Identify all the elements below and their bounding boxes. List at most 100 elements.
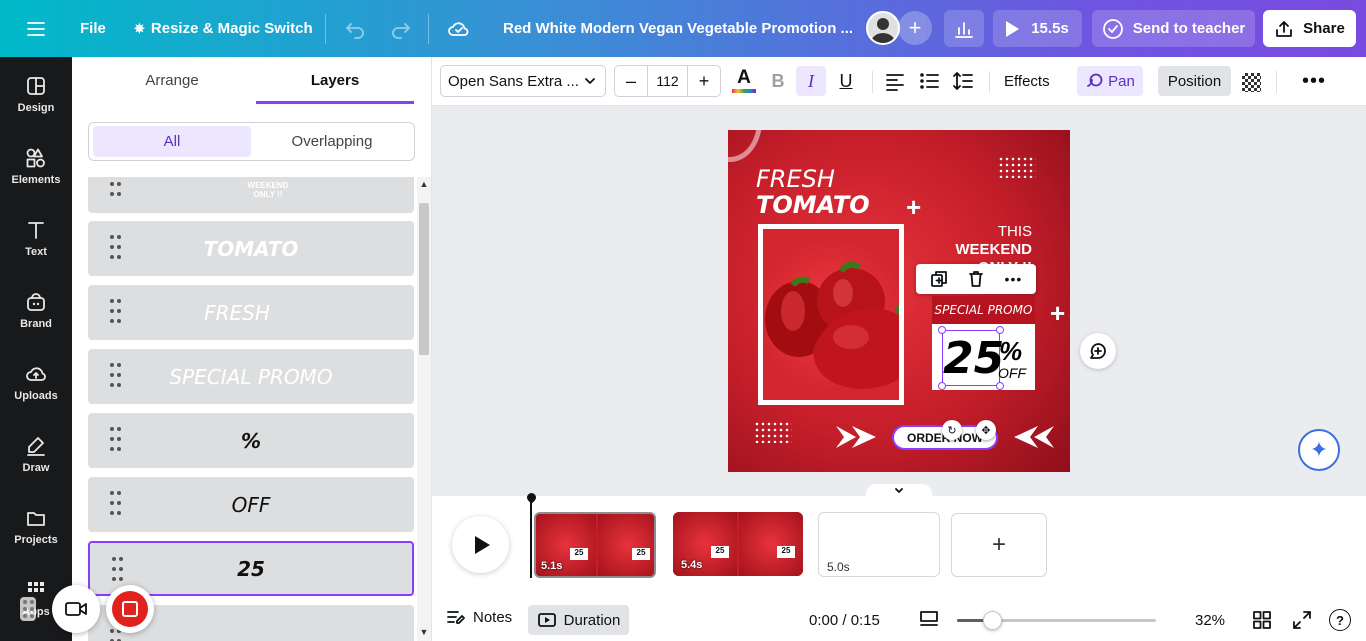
cloud-saved-icon[interactable] <box>447 0 471 57</box>
resize-handle[interactable] <box>996 382 1004 390</box>
rail-projects[interactable]: Projects <box>0 507 72 546</box>
italic-button[interactable]: I <box>796 66 826 96</box>
duplicate-icon[interactable] <box>930 270 948 288</box>
scroll-up-icon[interactable]: ▲ <box>417 179 431 189</box>
more-icon[interactable]: ••• <box>1005 271 1023 287</box>
redo-icon[interactable] <box>390 0 412 57</box>
undo-icon[interactable] <box>344 0 366 57</box>
drag-handle-icon[interactable] <box>110 299 122 325</box>
scrollbar-thumb[interactable] <box>419 203 429 355</box>
font-size-input[interactable]: 112 <box>647 66 688 96</box>
document-title[interactable]: Red White Modern Vegan Vegetable Promoti… <box>503 0 853 57</box>
font-family-select[interactable]: Open Sans Extra ... <box>440 65 606 97</box>
send-to-teacher-button[interactable]: Send to teacher <box>1092 10 1255 47</box>
align-left-icon[interactable] <box>884 71 906 96</box>
duration-button[interactable]: Duration <box>528 605 629 635</box>
underline-button[interactable]: U <box>834 67 858 95</box>
decrease-font-size-button[interactable]: – <box>615 66 647 96</box>
timeline-page-3[interactable]: 5.0s <box>818 512 940 577</box>
timeline-area: 25 25 5.1s 25 25 5.4s 5.0s + Notes Durat… <box>432 491 1366 641</box>
timeline-page-1[interactable]: 25 25 5.1s <box>534 512 656 578</box>
share-upload-icon <box>1276 20 1293 37</box>
timeline-play-button[interactable] <box>452 516 509 573</box>
line-spacing-icon[interactable] <box>952 71 974 96</box>
bell-pepper-image <box>765 261 899 389</box>
resize-handle[interactable] <box>996 326 1004 334</box>
stop-recording-button[interactable] <box>106 585 154 633</box>
arrow-right-shape[interactable] <box>836 422 878 452</box>
resize-handle[interactable] <box>938 326 946 334</box>
recorder-drag-handle[interactable] <box>20 597 36 621</box>
scroll-down-icon[interactable]: ▼ <box>417 627 431 637</box>
position-button[interactable]: Position <box>1158 66 1231 96</box>
layer-item[interactable]: SPECIAL PROMO <box>88 349 414 404</box>
pan-animation-button[interactable]: Pan <box>1077 66 1143 96</box>
add-page-button[interactable]: + <box>951 513 1047 577</box>
layer-label: SPECIAL PROMO <box>169 364 333 389</box>
timeline-page-2[interactable]: 25 25 5.4s <box>673 512 803 576</box>
discount-number-text[interactable]: 25 <box>942 330 1004 386</box>
zoom-slider-thumb[interactable] <box>983 611 1003 630</box>
panel-scrollbar[interactable]: ▲ ▼ <box>417 177 431 641</box>
grid-view-icon[interactable] <box>1252 610 1272 635</box>
filter-overlapping[interactable]: Overlapping <box>253 126 411 157</box>
layer-item[interactable]: WEEKEND ONLY !! <box>88 177 414 213</box>
drag-handle-icon[interactable] <box>112 557 124 583</box>
fresh-text[interactable]: FRESH <box>756 165 835 193</box>
increase-font-size-button[interactable]: + <box>688 66 720 96</box>
page-view-icon[interactable] <box>919 610 939 633</box>
fullscreen-icon[interactable] <box>1292 610 1312 635</box>
add-comment-button[interactable] <box>1080 333 1116 369</box>
rotate-handle-icon[interactable]: ↻ <box>942 420 962 440</box>
tab-layers[interactable]: Layers <box>256 57 414 103</box>
share-button[interactable]: Share <box>1263 10 1356 47</box>
more-options-icon[interactable]: ••• <box>1302 71 1326 91</box>
list-bullets-icon[interactable] <box>918 71 940 96</box>
play-presentation-button[interactable]: 15.5s <box>993 10 1082 47</box>
drag-handle-icon[interactable] <box>110 427 122 453</box>
resize-handle[interactable] <box>938 382 946 390</box>
tab-arrange[interactable]: Arrange <box>88 57 256 103</box>
bold-button[interactable]: B <box>766 67 790 95</box>
insights-button[interactable] <box>944 10 984 47</box>
menu-icon[interactable] <box>26 0 46 57</box>
playhead[interactable] <box>530 496 532 578</box>
rail-text[interactable]: Text <box>0 219 72 258</box>
rail-uploads[interactable]: Uploads <box>0 363 72 402</box>
effects-button[interactable]: Effects <box>998 66 1056 96</box>
text-color-button[interactable]: A <box>732 67 756 95</box>
transparency-icon[interactable] <box>1242 73 1261 92</box>
layer-item[interactable]: FRESH <box>88 285 414 340</box>
drag-handle-icon[interactable] <box>110 235 122 261</box>
layer-item[interactable]: OFF <box>88 477 414 532</box>
filter-all[interactable]: All <box>93 126 251 157</box>
rail-design[interactable]: Design <box>0 75 72 114</box>
drag-handle-icon[interactable] <box>110 177 122 198</box>
move-handle-icon[interactable]: ✥ <box>976 420 996 440</box>
off-text[interactable]: OFF <box>998 365 1026 381</box>
design-page[interactable]: FRESH TOMATO + THIS WEEKEND ONLY !! <box>728 130 1070 472</box>
rail-brand[interactable]: Brand <box>0 291 72 330</box>
camera-toggle-button[interactable] <box>52 585 100 633</box>
tomato-text[interactable]: TOMATO <box>756 191 870 219</box>
layer-item[interactable]: TOMATO <box>88 221 414 276</box>
trash-icon[interactable] <box>967 270 985 288</box>
file-menu[interactable]: File <box>80 0 106 57</box>
promo-box[interactable]: SPECIAL PROMO 25 % OFF <box>932 296 1035 390</box>
arrow-left-shape[interactable] <box>1012 422 1054 452</box>
drag-handle-icon[interactable] <box>110 363 122 389</box>
resize-magic-switch-button[interactable]: ✵ Resize & Magic Switch <box>134 0 313 57</box>
special-promo-text[interactable]: SPECIAL PROMO <box>932 296 1035 324</box>
pepper-image-frame[interactable] <box>758 224 904 405</box>
percent-text[interactable]: % <box>999 336 1022 367</box>
magic-assistant-button[interactable]: ✦ <box>1298 429 1340 471</box>
avatar[interactable] <box>866 11 900 45</box>
notes-button[interactable]: Notes <box>446 608 512 626</box>
layer-item[interactable]: % <box>88 413 414 468</box>
rail-draw[interactable]: Draw <box>0 435 72 474</box>
rail-elements[interactable]: Elements <box>0 147 72 186</box>
zoom-level[interactable]: 32% <box>1195 612 1225 629</box>
help-icon[interactable]: ? <box>1329 609 1351 631</box>
add-collaborator-button[interactable]: + <box>898 11 932 45</box>
drag-handle-icon[interactable] <box>110 491 122 517</box>
